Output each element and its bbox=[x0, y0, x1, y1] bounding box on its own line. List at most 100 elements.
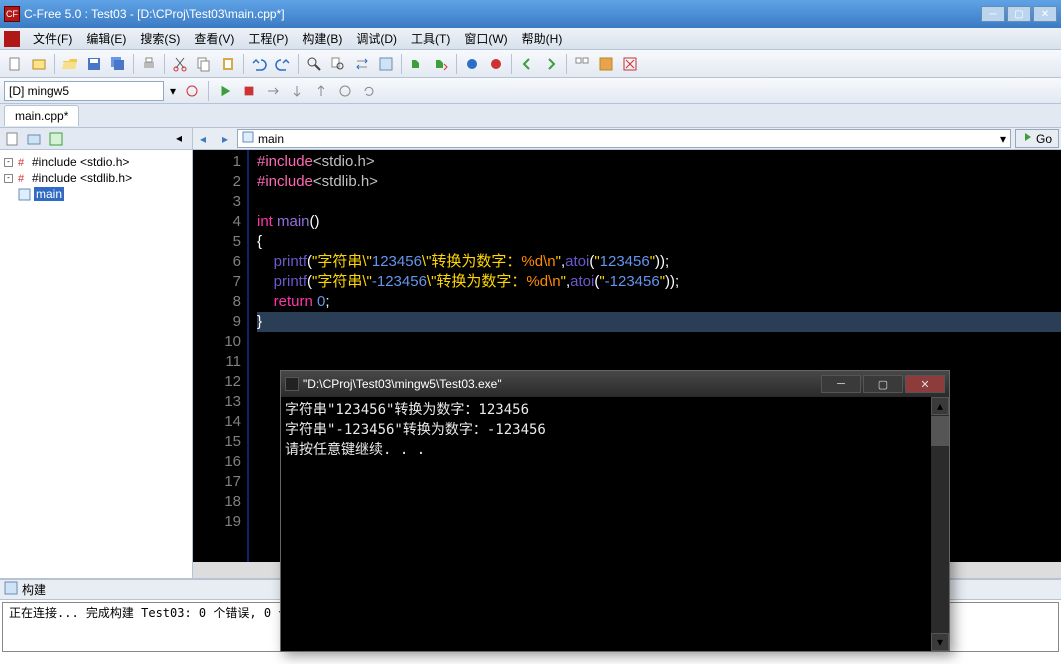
svg-text:#: # bbox=[18, 173, 25, 185]
compiler-toolbar: ▾ bbox=[0, 78, 1061, 104]
app-icon: CF bbox=[4, 6, 20, 22]
func-next-icon[interactable]: ▸ bbox=[215, 132, 235, 146]
print-icon[interactable] bbox=[138, 53, 160, 75]
menu-search[interactable]: 搜索(S) bbox=[133, 28, 187, 49]
step-over-icon[interactable] bbox=[263, 81, 283, 101]
window-title: C-Free 5.0 : Test03 - [D:\CProj\Test03\m… bbox=[24, 7, 979, 21]
stop-icon[interactable] bbox=[239, 81, 259, 101]
hash-icon: # bbox=[16, 172, 29, 185]
window-list-icon[interactable] bbox=[571, 53, 593, 75]
tree-expander-icon[interactable]: - bbox=[4, 174, 13, 183]
function-icon bbox=[18, 188, 31, 201]
find-files-icon[interactable] bbox=[327, 53, 349, 75]
file-tabstrip: main.cpp* bbox=[0, 104, 1061, 128]
new-project-icon[interactable] bbox=[28, 53, 50, 75]
menu-help[interactable]: 帮助(H) bbox=[515, 28, 570, 49]
replace-icon[interactable] bbox=[351, 53, 373, 75]
function-icon bbox=[242, 131, 254, 146]
build-icon[interactable] bbox=[406, 53, 428, 75]
tree-item-label[interactable]: #include <stdio.h> bbox=[32, 155, 129, 169]
menu-view[interactable]: 查看(V) bbox=[187, 28, 241, 49]
scroll-up-icon[interactable]: ▴ bbox=[931, 397, 949, 415]
menu-project[interactable]: 工程(P) bbox=[241, 28, 295, 49]
menu-debug[interactable]: 调试(D) bbox=[349, 28, 404, 49]
sidebar-collapse-icon[interactable]: ◂ bbox=[176, 131, 192, 147]
console-minimize-button[interactable]: ─ bbox=[821, 375, 861, 393]
sidebar-tab-funcs-icon[interactable] bbox=[48, 131, 64, 147]
cut-icon[interactable] bbox=[169, 53, 191, 75]
line-number-gutter: 12345678910111213141516171819 bbox=[193, 150, 249, 562]
tree-item-label-selected[interactable]: main bbox=[34, 187, 64, 201]
go-button[interactable]: Go bbox=[1015, 129, 1059, 148]
sidebar-tab-file-icon[interactable] bbox=[4, 131, 20, 147]
nav-back-icon[interactable] bbox=[516, 53, 538, 75]
tree-expander-icon[interactable]: - bbox=[4, 158, 13, 167]
paste-icon[interactable] bbox=[217, 53, 239, 75]
svg-text:#: # bbox=[18, 157, 25, 169]
symbol-tree[interactable]: - # #include <stdio.h> - # #include <std… bbox=[0, 150, 192, 578]
go-icon bbox=[1022, 131, 1034, 146]
debug-icon[interactable] bbox=[461, 53, 483, 75]
undo-icon[interactable] bbox=[248, 53, 270, 75]
console-titlebar[interactable]: "D:\CProj\Test03\mingw5\Test03.exe" ─ ▢ … bbox=[281, 371, 949, 397]
go-label: Go bbox=[1036, 132, 1052, 146]
build-all-icon[interactable] bbox=[430, 53, 452, 75]
tree-row: - # #include <stdio.h> bbox=[4, 154, 188, 170]
symbols-sidebar: ◂ - # #include <stdio.h> - # #include <s… bbox=[0, 128, 193, 578]
goto-icon[interactable] bbox=[375, 53, 397, 75]
build-output-icon bbox=[4, 581, 18, 598]
console-window[interactable]: "D:\CProj\Test03\mingw5\Test03.exe" ─ ▢ … bbox=[280, 370, 950, 652]
console-output[interactable]: 字符串"123456"转换为数字：123456 字符串"-123456"转换为数… bbox=[281, 397, 931, 651]
menu-edit[interactable]: 编辑(E) bbox=[79, 28, 133, 49]
sidebar-tab-class-icon[interactable] bbox=[26, 131, 42, 147]
save-all-icon[interactable] bbox=[107, 53, 129, 75]
nav-fwd-icon[interactable] bbox=[540, 53, 562, 75]
options-icon[interactable] bbox=[595, 53, 617, 75]
function-bar: ◂ ▸ main ▾ Go bbox=[193, 128, 1061, 150]
scroll-down-icon[interactable]: ▾ bbox=[931, 633, 949, 651]
app-icon-small bbox=[4, 31, 20, 47]
hash-icon: # bbox=[16, 156, 29, 169]
menu-file[interactable]: 文件(F) bbox=[26, 28, 79, 49]
func-prev-icon[interactable]: ◂ bbox=[193, 132, 213, 146]
minimize-button[interactable]: ─ bbox=[981, 6, 1005, 22]
copy-icon[interactable] bbox=[193, 53, 215, 75]
breakpoint-icon[interactable] bbox=[485, 53, 507, 75]
find-icon[interactable] bbox=[303, 53, 325, 75]
tree-item-label[interactable]: #include <stdlib.h> bbox=[32, 171, 132, 185]
config-icon[interactable] bbox=[182, 81, 202, 101]
tree-row: main bbox=[4, 186, 188, 202]
maximize-button[interactable]: ▢ bbox=[1007, 6, 1031, 22]
close-button[interactable]: ✕ bbox=[1033, 6, 1057, 22]
menubar: 文件(F) 编辑(E) 搜索(S) 查看(V) 工程(P) 构建(B) 调试(D… bbox=[0, 28, 1061, 50]
open-icon[interactable] bbox=[59, 53, 81, 75]
file-tab-main[interactable]: main.cpp* bbox=[4, 105, 79, 126]
scroll-thumb[interactable] bbox=[931, 416, 949, 446]
dropdown-arrow-icon[interactable]: ▾ bbox=[168, 84, 178, 98]
menu-window[interactable]: 窗口(W) bbox=[457, 28, 514, 49]
tree-row: - # #include <stdlib.h> bbox=[4, 170, 188, 186]
console-close-button[interactable]: ✕ bbox=[905, 375, 945, 393]
menu-build[interactable]: 构建(B) bbox=[295, 28, 349, 49]
sidebar-tabs: ◂ bbox=[0, 128, 192, 150]
compiler-select[interactable] bbox=[4, 81, 164, 101]
run-icon[interactable] bbox=[215, 81, 235, 101]
save-icon[interactable] bbox=[83, 53, 105, 75]
step-out-icon[interactable] bbox=[311, 81, 331, 101]
menu-tools[interactable]: 工具(T) bbox=[404, 28, 457, 49]
console-scrollbar[interactable]: ▴ ▾ bbox=[931, 397, 949, 651]
window-titlebar: CF C-Free 5.0 : Test03 - [D:\CProj\Test0… bbox=[0, 0, 1061, 28]
redo-icon[interactable] bbox=[272, 53, 294, 75]
dropdown-arrow-icon[interactable]: ▾ bbox=[1000, 132, 1006, 146]
close-panel-icon[interactable] bbox=[619, 53, 641, 75]
console-app-icon bbox=[285, 377, 299, 391]
restart-icon[interactable] bbox=[359, 81, 379, 101]
console-title: "D:\CProj\Test03\mingw5\Test03.exe" bbox=[303, 377, 819, 391]
function-combo[interactable]: main ▾ bbox=[237, 129, 1011, 148]
function-combo-label: main bbox=[258, 132, 284, 146]
build-output-title: 构建 bbox=[22, 581, 46, 598]
console-maximize-button[interactable]: ▢ bbox=[863, 375, 903, 393]
new-file-icon[interactable] bbox=[4, 53, 26, 75]
watch-icon[interactable] bbox=[335, 81, 355, 101]
step-into-icon[interactable] bbox=[287, 81, 307, 101]
